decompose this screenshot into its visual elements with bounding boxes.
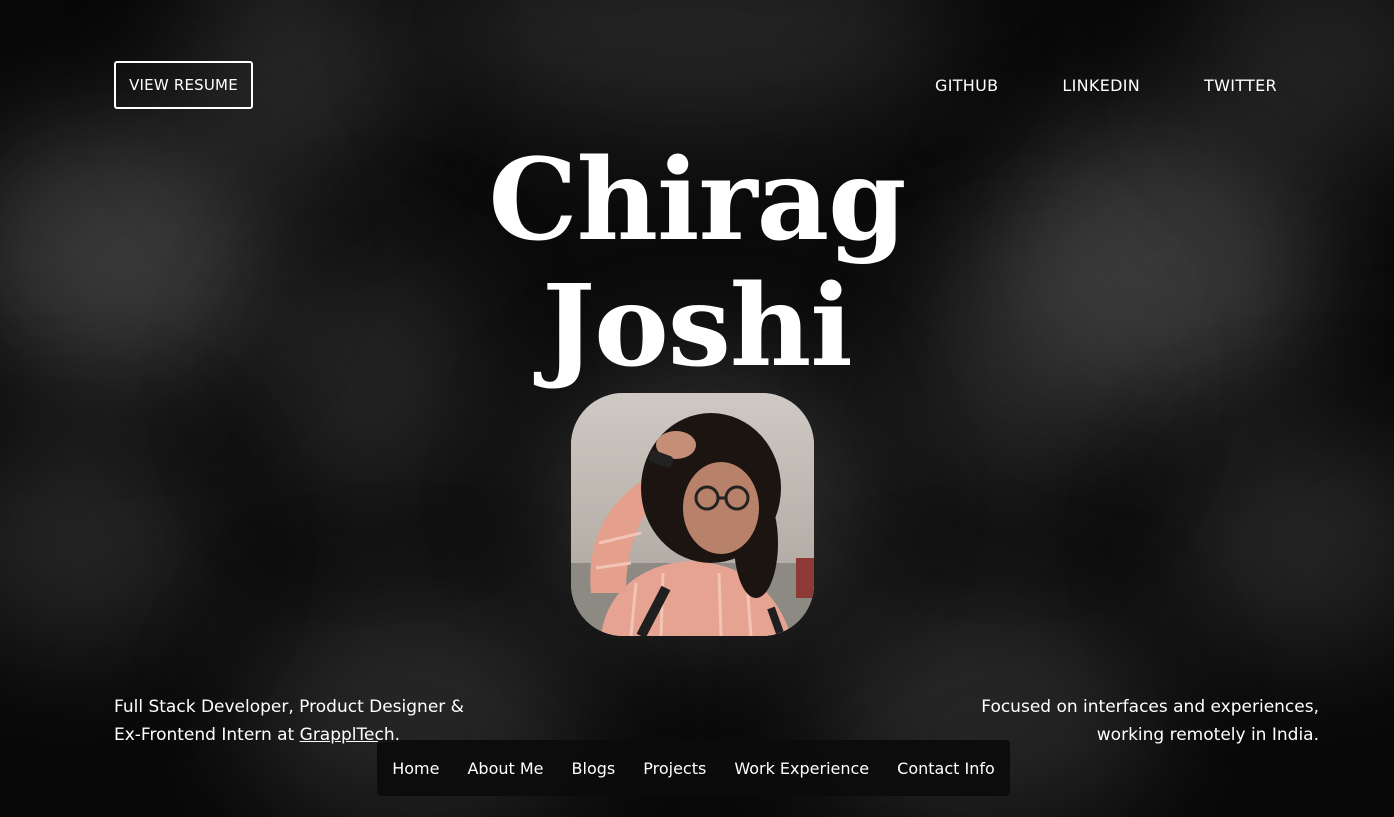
nav-work-experience[interactable]: Work Experience [734, 759, 869, 778]
nav-home[interactable]: Home [392, 759, 439, 778]
bio-left-text: Full Stack Developer, Product Designer &… [114, 697, 464, 745]
social-links: GITHUB LINKEDIN TWITTER [935, 76, 1277, 95]
twitter-link[interactable]: TWITTER [1204, 76, 1277, 95]
github-link[interactable]: GITHUB [935, 76, 998, 95]
bottom-navigation: Home About Me Blogs Projects Work Experi… [377, 740, 1010, 796]
linkedin-link[interactable]: LINKEDIN [1062, 76, 1140, 95]
bio-right: Focused on interfaces and experiences, w… [981, 697, 1319, 745]
nav-projects[interactable]: Projects [643, 759, 706, 778]
last-name: Joshi [542, 261, 853, 392]
hero-name: Chirag Joshi [0, 138, 1394, 390]
nav-about-me[interactable]: About Me [467, 759, 543, 778]
profile-photo [571, 393, 814, 636]
view-resume-button[interactable]: VIEW RESUME [114, 61, 253, 109]
nav-contact-info[interactable]: Contact Info [897, 759, 995, 778]
nav-blogs[interactable]: Blogs [572, 759, 616, 778]
first-name: Chirag [488, 135, 906, 266]
